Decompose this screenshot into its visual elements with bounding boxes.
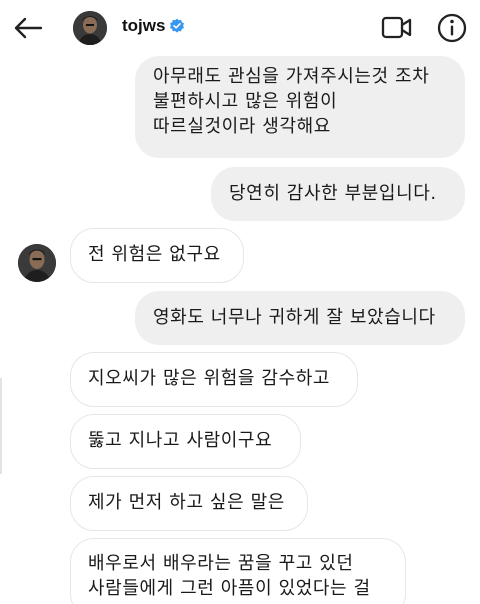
video-call-button[interactable] [381,14,413,42]
message-bubble[interactable]: 전 위험은 없구요 [70,228,244,283]
message-bubble[interactable]: 제가 먼저 하고 싶은 말은 [70,476,308,531]
avatar[interactable] [18,244,56,282]
message-line: 사람들에게 그런 아픔이 있었다는 걸 [88,578,371,599]
back-button[interactable] [10,10,46,46]
info-button[interactable] [436,12,468,44]
message-bubble[interactable]: 아무래도 관심을 가져주시는것 조차 불편하시고 많은 위험이 따르실것이라 생… [135,56,465,158]
message-line: 지오씨가 많은 위험을 감수하고 [88,368,331,389]
chat-header: tojws [0,0,480,56]
message-line: 따르실것이라 생각해요 [153,116,331,137]
message-line: 영화도 너무나 귀하게 잘 보았습니다 [153,307,436,328]
message-line: 아무래도 관심을 가져주시는것 조차 [153,66,430,87]
message-line: 불편하시고 많은 위험이 [153,91,338,112]
dm-screen: tojws 아무래도 관심을 가져주시는것 조차 불편하시고 많은 위험이 따르… [0,0,480,604]
verified-badge-icon [170,18,185,33]
message-line: 제가 먼저 하고 싶은 말은 [88,492,285,513]
message-bubble[interactable]: 배우로서 배우라는 꿈을 꾸고 있던 사람들에게 그런 아픔이 있었다는 걸 [70,538,406,604]
message-line: 뚫고 지나고 사람이구요 [88,430,273,451]
video-call-icon [381,16,412,39]
message-line: 배우로서 배우라는 꿈을 꾸고 있던 [88,553,354,574]
username-group[interactable]: tojws [122,16,185,36]
message-line: 전 위험은 없구요 [88,244,221,265]
divider [0,378,2,474]
back-arrow-icon [14,17,43,39]
message-bubble[interactable]: 영화도 너무나 귀하게 잘 보았습니다 [135,291,465,345]
info-icon [437,13,467,43]
avatar[interactable] [73,11,107,45]
message-bubble[interactable]: 뚫고 지나고 사람이구요 [70,414,301,469]
message-line: 당연히 감사한 부분입니다. [229,183,437,204]
username: tojws [122,16,166,35]
message-bubble[interactable]: 지오씨가 많은 위험을 감수하고 [70,352,358,407]
message-bubble[interactable]: 당연히 감사한 부분입니다. [211,167,465,221]
